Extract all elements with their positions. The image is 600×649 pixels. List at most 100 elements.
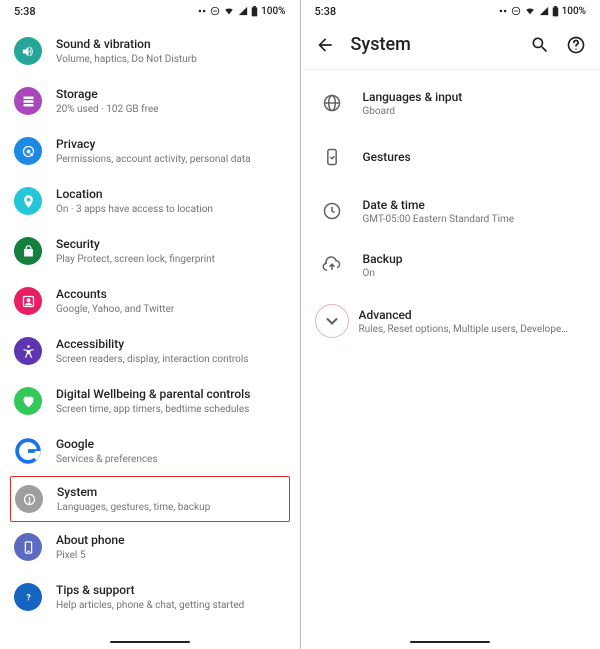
item-subtitle: Google, Yahoo, and Twitter <box>56 303 174 317</box>
nav-handle[interactable] <box>110 641 190 643</box>
item-title: Tips & support <box>56 582 244 598</box>
item-title: Accounts <box>56 286 174 302</box>
item-title: Location <box>56 186 213 202</box>
settings-list-pane: 5:38 100% Sound & vibrationVolume, hapti… <box>0 0 301 649</box>
settings-item-storage[interactable]: Storage20% used · 102 GB free <box>0 76 300 126</box>
system-settings-list: Languages & inputGboard Gestures Date & … <box>301 70 600 356</box>
help-button[interactable] <box>566 35 586 55</box>
sound-icon <box>14 37 42 65</box>
accounts-icon <box>14 287 42 315</box>
item-subtitle: Volume, haptics, Do Not Disturb <box>56 53 197 67</box>
item-subtitle: GMT-05:00 Eastern Standard Time <box>363 214 515 225</box>
battery-icon <box>552 6 559 17</box>
settings-item-security[interactable]: SecurityPlay Protect, screen lock, finge… <box>0 226 300 276</box>
item-subtitle: Languages, gestures, time, backup <box>57 501 210 515</box>
item-title: Languages & input <box>363 89 463 105</box>
clock-icon <box>319 198 345 224</box>
status-bar: 5:38 100% <box>301 0 600 22</box>
app-bar: System <box>301 22 600 70</box>
svg-text:?: ? <box>26 593 31 603</box>
chevron-down-icon <box>322 311 342 331</box>
wellbeing-icon <box>14 387 42 415</box>
item-title: About phone <box>56 532 125 548</box>
item-subtitle: Screen time, app timers, bedtime schedul… <box>56 403 250 417</box>
item-title: Gestures <box>363 149 411 165</box>
battery-icon <box>251 6 258 17</box>
item-subtitle: Play Protect, screen lock, fingerprint <box>56 253 215 267</box>
status-time: 5:38 <box>14 5 36 18</box>
settings-item-tips[interactable]: ? Tips & supportHelp articles, phone & c… <box>0 572 300 622</box>
wifi-icon <box>223 6 235 16</box>
nfc-icon <box>498 6 508 16</box>
globe-icon <box>319 90 345 116</box>
item-title: System <box>57 484 210 500</box>
item-title: Privacy <box>56 136 251 152</box>
wifi-icon <box>524 6 536 16</box>
status-icons: 100% <box>498 6 586 17</box>
item-subtitle: Help articles, phone & chat, getting sta… <box>56 599 244 613</box>
settings-item-sound[interactable]: Sound & vibrationVolume, haptics, Do Not… <box>0 26 300 76</box>
nfc-icon <box>197 6 207 16</box>
system-item-advanced[interactable]: AdvancedRules, Reset options, Multiple u… <box>301 292 600 350</box>
dnd-icon <box>511 6 521 16</box>
settings-item-privacy[interactable]: PrivacyPermissions, account activity, pe… <box>0 126 300 176</box>
settings-item-system[interactable]: SystemLanguages, gestures, time, backup <box>10 476 290 522</box>
page-title: System <box>351 34 411 55</box>
status-time: 5:38 <box>315 5 337 18</box>
settings-item-accounts[interactable]: AccountsGoogle, Yahoo, and Twitter <box>0 276 300 326</box>
item-subtitle: Permissions, account activity, personal … <box>56 153 251 167</box>
item-title: Sound & vibration <box>56 36 197 52</box>
system-item-backup[interactable]: BackupOn <box>301 238 600 292</box>
battery-percent: 100% <box>261 6 285 17</box>
search-icon <box>530 35 550 55</box>
signal-icon <box>238 6 248 16</box>
settings-item-accessibility[interactable]: AccessibilityScreen readers, display, in… <box>0 326 300 376</box>
item-subtitle: Screen readers, display, interaction con… <box>56 353 248 367</box>
item-subtitle: On · 3 apps have access to location <box>56 203 213 217</box>
item-title: Digital Wellbeing & parental controls <box>56 386 250 402</box>
item-title: Google <box>56 436 158 452</box>
settings-item-about[interactable]: About phonePixel 5 <box>0 522 300 572</box>
item-subtitle: 20% used · 102 GB free <box>56 103 158 117</box>
item-subtitle: Gboard <box>363 106 463 117</box>
help-outline-icon <box>566 35 586 55</box>
item-subtitle: Services & preferences <box>56 453 158 467</box>
dnd-icon <box>210 6 220 16</box>
expand-button[interactable] <box>315 304 349 338</box>
location-icon <box>14 187 42 215</box>
item-title: Security <box>56 236 215 252</box>
about-phone-icon <box>14 533 42 561</box>
status-bar: 5:38 100% <box>0 0 300 22</box>
system-item-languages[interactable]: Languages & inputGboard <box>301 76 600 130</box>
system-icon <box>15 485 43 513</box>
arrow-back-icon <box>315 35 335 55</box>
system-item-gestures[interactable]: Gestures <box>301 130 600 184</box>
help-icon: ? <box>14 583 42 611</box>
signal-icon <box>539 6 549 16</box>
item-subtitle: On <box>363 268 403 279</box>
cloud-upload-icon <box>319 252 345 278</box>
privacy-icon <box>14 137 42 165</box>
gestures-icon <box>319 144 345 170</box>
battery-percent: 100% <box>562 6 586 17</box>
settings-item-google[interactable]: GoogleServices & preferences <box>0 426 300 476</box>
google-icon <box>14 437 42 465</box>
storage-icon <box>14 87 42 115</box>
item-subtitle: Rules, Reset options, Multiple users, De… <box>359 324 569 335</box>
item-title: Accessibility <box>56 336 248 352</box>
settings-item-location[interactable]: LocationOn · 3 apps have access to locat… <box>0 176 300 226</box>
system-detail-pane: 5:38 100% System <box>301 0 600 649</box>
search-button[interactable] <box>530 35 550 55</box>
back-button[interactable] <box>315 35 335 55</box>
security-icon <box>14 237 42 265</box>
nav-handle[interactable] <box>410 641 490 643</box>
settings-list: Sound & vibrationVolume, haptics, Do Not… <box>0 22 300 622</box>
item-title: Advanced <box>359 307 569 323</box>
settings-item-wellbeing[interactable]: Digital Wellbeing & parental controlsScr… <box>0 376 300 426</box>
accessibility-icon <box>14 337 42 365</box>
item-title: Backup <box>363 251 403 267</box>
item-subtitle: Pixel 5 <box>56 549 125 563</box>
system-item-datetime[interactable]: Date & timeGMT-05:00 Eastern Standard Ti… <box>301 184 600 238</box>
item-title: Date & time <box>363 197 515 213</box>
status-icons: 100% <box>197 6 285 17</box>
